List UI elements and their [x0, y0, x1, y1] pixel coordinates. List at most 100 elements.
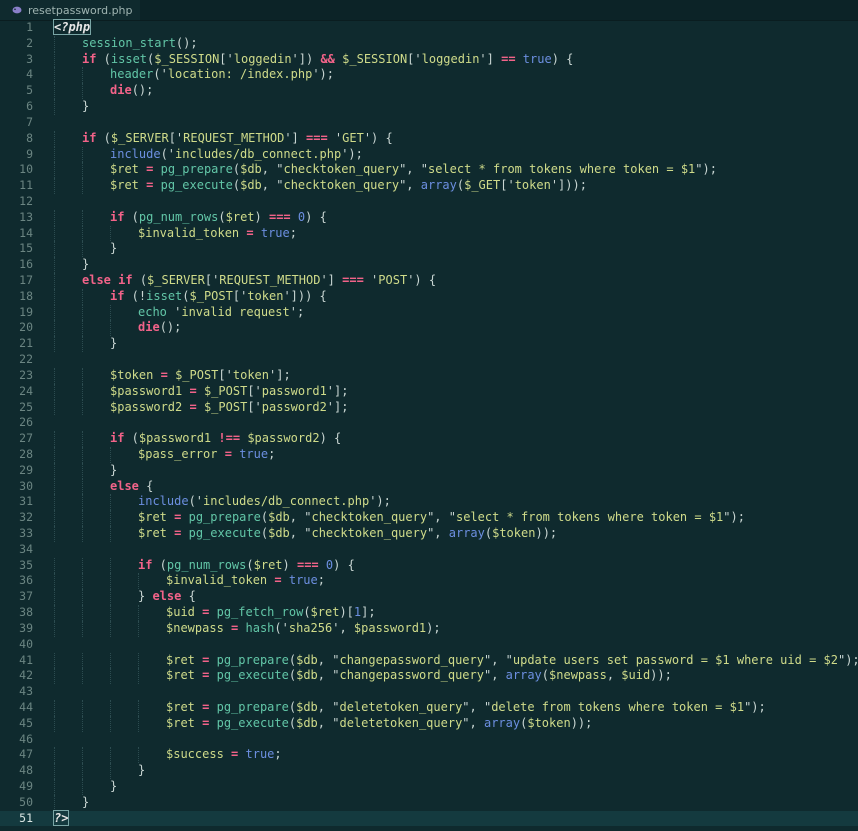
code-line[interactable]: 24 $password1 = $_POST['password1'];	[0, 383, 858, 400]
code-token: POST	[378, 273, 408, 287]
code-line[interactable]: 31 include('includes/db_connect.php');	[0, 494, 858, 511]
indent-guide	[138, 715, 139, 732]
code-line[interactable]: 14 $invalid_token = true;	[0, 225, 858, 242]
indent-guide	[82, 83, 83, 100]
code-line[interactable]: 36 $invalid_token = true;	[0, 573, 858, 590]
code-text: if ($password1 !== $password2) {	[110, 431, 341, 447]
code-token: else	[152, 589, 182, 604]
code-token: )	[282, 557, 297, 572]
code-token: ['	[168, 130, 184, 145]
code-line[interactable]: 11 $ret = pg_execute($db, "checktoken_que…	[0, 178, 858, 194]
code-line[interactable]: 4 header('location: /index.php');	[0, 67, 858, 84]
code-token: $ret	[166, 715, 195, 730]
code-line[interactable]: 18 if (!isset($_POST['token'])) {	[0, 288, 858, 305]
code-line[interactable]: 34	[0, 542, 858, 558]
code-token: (	[124, 431, 139, 446]
code-token: true	[239, 446, 269, 461]
code-line[interactable]: 20 die();	[0, 320, 858, 337]
indent-guide	[110, 763, 111, 779]
code-token: array	[448, 526, 485, 540]
code-token: if	[110, 288, 125, 303]
code-line[interactable]: 33 $ret = pg_execute($db, "checktoken_que…	[0, 526, 858, 542]
code-line[interactable]: 21}	[0, 336, 858, 353]
code-token: echo	[138, 304, 167, 319]
code-line[interactable]: 6}	[0, 99, 858, 115]
code-line[interactable]: 28 $pass_error = true;	[0, 446, 858, 463]
line-number: 4	[26, 67, 33, 82]
line-number: 1	[26, 20, 33, 34]
code-text: include('includes/db_connect.php');	[138, 494, 391, 510]
code-line[interactable]: 29}	[0, 462, 858, 479]
code-token: $_SESSION	[154, 51, 220, 66]
code-area[interactable]: 1 <?php 2 session_start(); 3 if (isset($_SESS…	[0, 19, 858, 831]
code-line[interactable]: 23 $token = $_POST['token'];	[0, 367, 858, 384]
tab-bar: resetpassword.php	[0, 0, 858, 21]
code-line[interactable]: 9 include('includes/db_connect.php');	[0, 146, 858, 163]
code-line[interactable]: 13 if (pg_num_rows($ret) === 0) {	[0, 209, 858, 226]
indent-guide	[110, 668, 111, 685]
indent-guide	[54, 304, 55, 321]
code-token: ));	[535, 526, 558, 540]
code-line[interactable]: 37} else {	[0, 589, 858, 606]
tab-resetpassword[interactable]: resetpassword.php	[0, 0, 140, 20]
code-line[interactable]: 46	[0, 732, 858, 748]
code-line[interactable]: 7	[0, 115, 858, 131]
code-line[interactable]: 17 else if ($_SERVER['REQUEST_METHOD'] ==…	[0, 273, 858, 289]
line-number: 32	[19, 510, 33, 525]
code-line[interactable]: 38 $uid = pg_fetch_row($ret)[1];	[0, 605, 858, 621]
code-line[interactable]: 43	[0, 684, 858, 700]
line-number: 10	[19, 162, 33, 177]
code-token: $_SERVER	[147, 273, 205, 287]
code-line[interactable]: 35 if (pg_num_rows($ret) === 0) {	[0, 557, 858, 574]
code-line[interactable]: 26	[0, 415, 858, 431]
line-number: 34	[19, 541, 33, 556]
code-line[interactable]: 48}	[0, 763, 858, 779]
code-line[interactable]: 51 ?>	[0, 809, 858, 827]
code-line[interactable]: 3 if (isset($_SESSION['loggedin']) && $_S…	[0, 51, 858, 68]
code-line[interactable]: 15}	[0, 241, 858, 258]
code-line[interactable]: 47 $success = true;	[0, 747, 858, 764]
code-line[interactable]: 30 else {	[0, 478, 858, 495]
code-text: else if ($_SERVER['REQUEST_METHOD'] === …	[82, 273, 436, 289]
code-line[interactable]: 22	[0, 352, 858, 368]
line-number: 25	[19, 399, 33, 414]
code-line[interactable]: 40	[0, 637, 858, 653]
code-line[interactable]: 45 $ret = pg_execute($db, "deletetoken_qu…	[0, 715, 858, 732]
code-line[interactable]: 49}	[0, 779, 858, 795]
code-token: (	[303, 605, 311, 620]
code-token: (!	[124, 288, 147, 303]
code-token: (	[96, 51, 111, 66]
code-line[interactable]: 27 if ($password1 !== $password2) {	[0, 431, 858, 447]
code-token: token	[514, 178, 551, 193]
code-line[interactable]: 32 $ret = pg_prepare($db, "checktoken_que…	[0, 510, 858, 526]
code-token: (	[246, 557, 254, 572]
code-text: session_start();	[82, 36, 198, 52]
indent-guide	[54, 273, 55, 289]
code-text: die();	[110, 83, 153, 99]
code-line[interactable]: 2 session_start();	[0, 35, 858, 52]
code-line[interactable]: 44 $ret = pg_prepare($db, "deletetoken_qu…	[0, 699, 858, 716]
indent-guide	[54, 51, 55, 68]
code-line[interactable]: 8 if ($_SERVER['REQUEST_METHOD'] === 'GET…	[0, 130, 858, 147]
code-text: $ret = pg_prepare($db, "checktoken_query…	[138, 510, 745, 526]
code-line[interactable]: 39 $newpass = hash('sha256', $password1);	[0, 620, 858, 637]
code-line[interactable]: 25 $password2 = $_POST['password2'];	[0, 399, 858, 416]
code-token: $ret	[225, 209, 255, 224]
code-token: =	[160, 367, 168, 382]
code-line[interactable]: 5 die();	[0, 83, 858, 100]
code-token: ) {	[551, 51, 574, 66]
code-token: header	[110, 67, 154, 82]
indent-guide	[110, 494, 111, 511]
code-line[interactable]: 12	[0, 194, 858, 210]
code-line[interactable]: 50}	[0, 794, 858, 811]
code-line[interactable]: 19 echo 'invalid request';	[0, 304, 858, 321]
code-line[interactable]: 16}	[0, 257, 858, 273]
code-token: ';	[289, 304, 305, 319]
code-line[interactable]: 42 $ret = pg_execute($db, "changepassword…	[0, 668, 858, 685]
indent-guide	[54, 446, 55, 463]
code-line[interactable]: 1 <?php	[0, 19, 858, 36]
code-line[interactable]: 41 $ret = pg_prepare($db, "changepassword…	[0, 652, 858, 669]
code-token: $db	[296, 668, 318, 683]
code-line[interactable]: 10 $ret = pg_prepare($db, "checktoken_que…	[0, 162, 858, 179]
